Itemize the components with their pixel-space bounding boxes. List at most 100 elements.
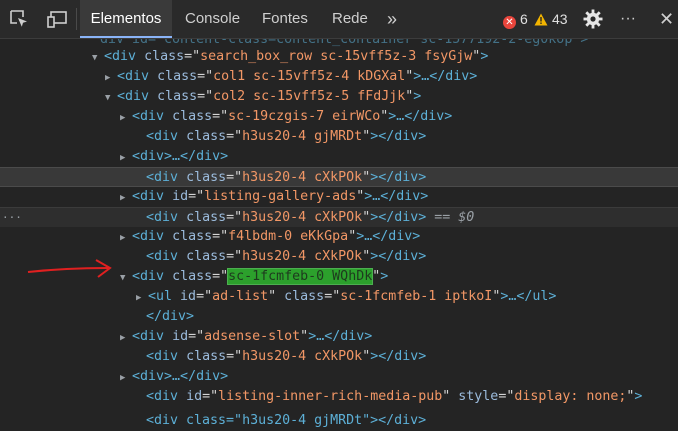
collapsed-triangle-icon[interactable]: ▶ — [120, 228, 132, 248]
equals: =" — [324, 289, 341, 304]
tag-end: ></div> — [370, 349, 427, 364]
dom-tree-row[interactable]: ▶ <div class="f4lbdm-0 eKkGpa">…</div> — [0, 227, 678, 247]
attribute-value: h3us20-4 cXkPOk — [242, 249, 363, 264]
tag-name: div — [154, 170, 179, 185]
collapsed-triangle-icon[interactable]: ▶ — [105, 68, 117, 88]
warning-badge[interactable]: 43 — [534, 10, 568, 28]
close-devtools-button[interactable]: ✕ — [659, 0, 674, 38]
tag-name: div — [154, 389, 179, 404]
dom-tree-row[interactable]: <div class="h3us20-4 gjMRDt"></div> — [0, 127, 678, 147]
tag-end: >…</ul> — [500, 289, 557, 304]
tag-end: >…</div> — [308, 329, 373, 344]
tag-name: div — [112, 49, 137, 64]
collapsed-triangle-icon[interactable]: ▶ — [120, 328, 132, 348]
collapsed-triangle-icon[interactable]: ▶ — [120, 108, 132, 128]
attribute-value: listing-gallery-ads — [204, 189, 357, 204]
device-toolbar-icon[interactable] — [46, 8, 68, 30]
tag-end: > — [413, 89, 422, 104]
tag-name: div — [125, 69, 150, 84]
tag-end: >…</div> — [356, 229, 421, 244]
collapsed-triangle-icon[interactable]: ▶ — [136, 288, 148, 308]
tag-name: div — [140, 269, 165, 284]
collapsed-triangle-icon[interactable]: ▶ — [120, 148, 132, 168]
tag-end: > — [380, 269, 389, 284]
attribute-name: id — [180, 289, 197, 304]
dom-tree-row[interactable]: </div> — [0, 307, 678, 327]
attribute-name: class — [172, 109, 213, 124]
dom-tree-row[interactable]: ▶ <div id="listing-gallery-ads">…</div> — [0, 187, 678, 207]
dom-tree-row[interactable]: ▶ <div class="sc-19czgis-7 eirWCo">…</div… — [0, 107, 678, 127]
tag-open-bracket: < — [132, 189, 141, 204]
tag-name: div — [140, 189, 165, 204]
attribute-value: h3us20-4 cXkPOk — [242, 170, 363, 185]
equals: =" — [226, 210, 243, 225]
tab-rede[interactable]: Rede — [332, 0, 368, 38]
attribute-value: listing-inner-rich-media-pub — [218, 389, 443, 404]
dom-tree-row[interactable]: ··· <div class="h3us20-4 cXkPOk"></div> =… — [0, 207, 678, 227]
attribute-value: adsense-slot — [204, 329, 301, 344]
equals: =" — [188, 329, 205, 344]
dom-tree-row[interactable]: ▶ <div>…</div> — [0, 147, 678, 167]
tag-name: div — [154, 249, 179, 264]
expanded-triangle-icon[interactable]: ▼ — [92, 48, 104, 68]
error-badge[interactable]: ✕ 6 — [503, 10, 528, 29]
attribute-value: h3us20-4 cXkPOk — [242, 210, 363, 225]
dom-tree-row[interactable]: <div class="h3us20-4 cXkPOk"></div> — [0, 347, 678, 367]
more-options-button[interactable]: ··· — [620, 0, 636, 38]
tab-fontes[interactable]: Fontes — [262, 0, 308, 38]
dom-tree-row[interactable]: ▶ <ul id="ad-list" class="sc-1fcmfeb-1 ip… — [0, 287, 678, 307]
settings-gear-icon[interactable] — [582, 8, 604, 30]
collapsed-triangle-icon[interactable]: ▶ — [120, 368, 132, 388]
tab-console[interactable]: Console — [185, 0, 240, 38]
dom-tree-row[interactable]: <div class="h3us20-4 gjMRDt"></div> — [0, 411, 678, 431]
dom-text: div id="content-class=content_container … — [100, 39, 589, 47]
attribute-value: col2 sc-15vff5z-5 fFdJjk — [213, 89, 406, 104]
warning-icon — [534, 13, 548, 26]
dom-tree-row[interactable]: <div id="listing-inner-rich-media-pub" s… — [0, 387, 678, 407]
attribute-name: class — [157, 89, 198, 104]
tag-open-bracket: < — [146, 210, 155, 225]
expanded-triangle-icon[interactable]: ▼ — [105, 88, 117, 108]
inspect-element-icon[interactable] — [8, 8, 30, 30]
equals: =" — [197, 69, 214, 84]
gutter-ellipsis: ··· — [2, 211, 22, 224]
equals: =" — [196, 289, 213, 304]
tag-open-bracket: < — [117, 69, 126, 84]
tag-open-bracket: < — [146, 389, 155, 404]
attribute-value: sc-19czgis-7 eirWCo — [228, 109, 381, 124]
dom-tree-row[interactable]: ▶ <div class="col1 sc-15vff5z-4 kDGXal">…… — [0, 67, 678, 87]
tag-name: div — [154, 129, 179, 144]
tag-open-bracket: < — [148, 289, 157, 304]
equals: =" — [226, 129, 243, 144]
tag-end: ></div> — [370, 249, 427, 264]
equals: =" — [226, 349, 243, 364]
dom-tree-row[interactable]: ▼ <div class="col2 sc-15vff5z-5 fFdJjk"> — [0, 87, 678, 107]
dom-tree-row[interactable]: ▶ <div>…</div> — [0, 367, 678, 387]
tag-name: div — [140, 329, 165, 344]
collapsed-triangle-icon[interactable]: ▶ — [120, 188, 132, 208]
annotation-arrow-icon — [27, 259, 112, 278]
attribute-name: class — [144, 49, 185, 64]
tag-open-bracket: < — [132, 369, 141, 384]
error-count: 6 — [520, 11, 528, 27]
dom-tree-row[interactable]: <div class="h3us20-4 cXkPOk"></div> — [0, 167, 678, 187]
attribute-name: id — [172, 189, 189, 204]
expanded-triangle-icon[interactable]: ▼ — [120, 268, 132, 288]
tab-elementos[interactable]: Elementos — [80, 0, 172, 38]
equals: =" — [202, 389, 219, 404]
tag-end: >…</div> — [364, 189, 429, 204]
tag-name: div — [140, 149, 165, 164]
selected-node-marker: == $0 — [426, 210, 475, 225]
tag-open-bracket: < — [132, 229, 141, 244]
tag-end: >…</div> — [164, 149, 229, 164]
dom-tree-row[interactable]: ▼ <div class="search_box_row sc-15vff5z-3… — [0, 47, 678, 67]
dom-tree-row[interactable]: ▶ <div id="adsense-slot">…</div> — [0, 327, 678, 347]
more-tabs-button[interactable]: » — [387, 0, 397, 38]
